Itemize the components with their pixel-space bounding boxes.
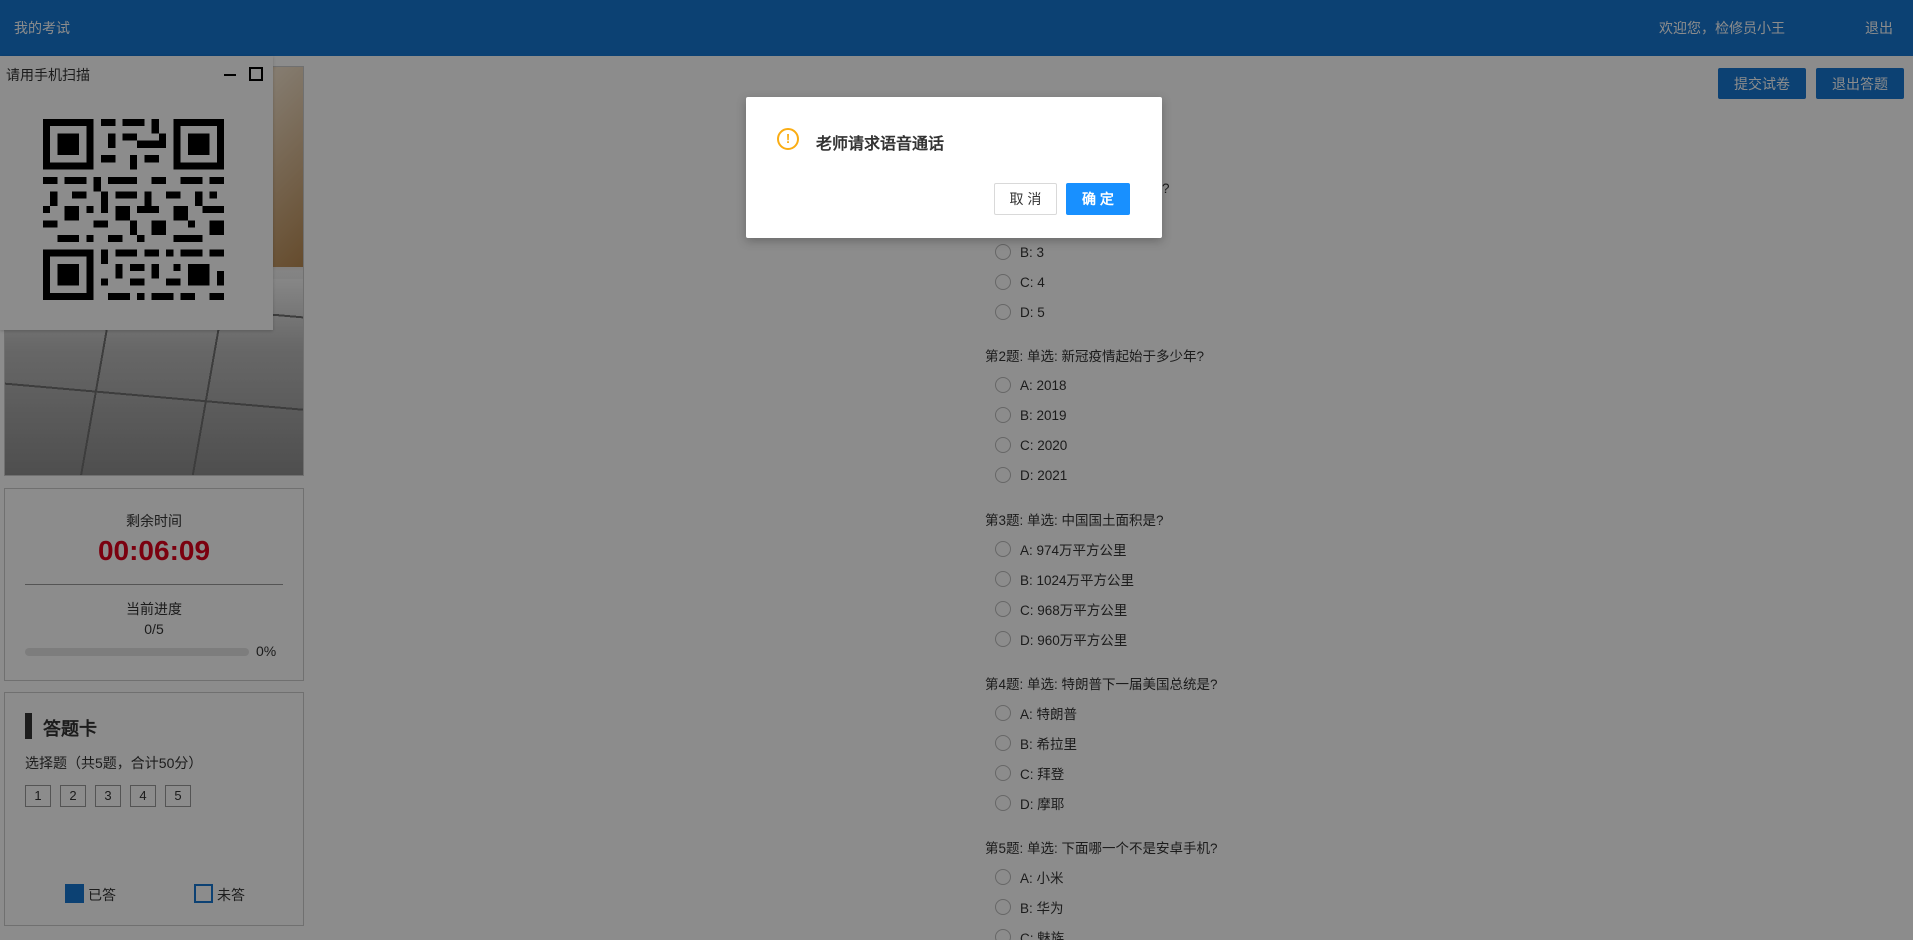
dialog-message: 老师请求语音通话 [816,136,945,153]
voice-call-dialog: ! 老师请求语音通话 取 消 确 定 [746,97,1162,238]
confirm-button[interactable]: 确 定 [1066,183,1130,215]
cancel-button[interactable]: 取 消 [994,183,1057,215]
warning-icon: ! [777,128,799,150]
